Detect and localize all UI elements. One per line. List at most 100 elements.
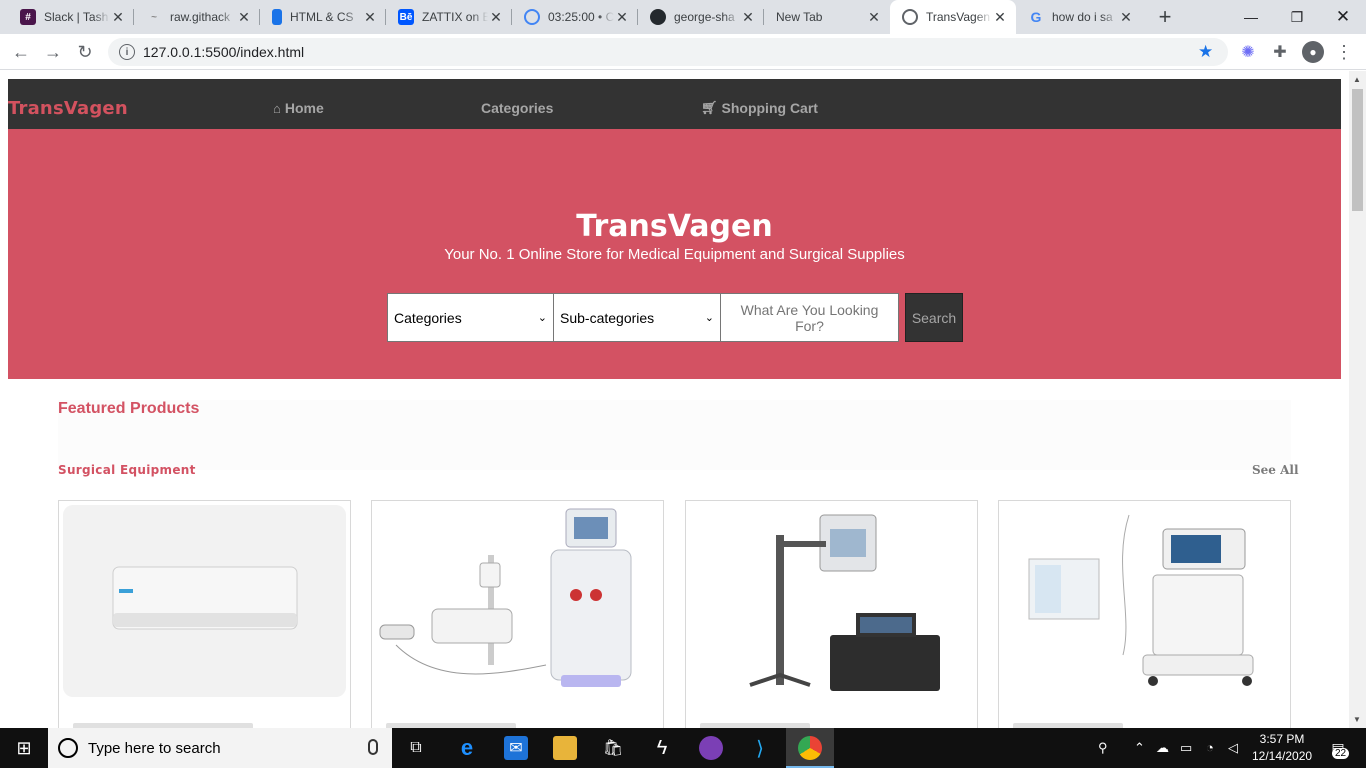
github-desktop-icon[interactable]: [699, 736, 723, 760]
puzzle-icon[interactable]: ✚: [1270, 42, 1290, 62]
tab-title: Slack | Tash: [44, 10, 109, 24]
battery-icon[interactable]: ▭: [1180, 740, 1192, 756]
phone-icon: [272, 9, 282, 25]
chrome-icon: [798, 736, 822, 760]
tab-title: raw.githack: [170, 10, 231, 24]
scroll-up-icon[interactable]: ▲: [1353, 75, 1361, 84]
search-button[interactable]: Search: [905, 293, 963, 342]
google-icon: G: [1030, 9, 1042, 25]
section-title: Surgical Equipment: [58, 463, 196, 477]
hero-subtitle: Your No. 1 Online Store for Medical Equi…: [444, 246, 905, 263]
microphone-icon[interactable]: [368, 739, 378, 755]
wifi-icon[interactable]: ◔: [1206, 740, 1214, 755]
close-window-button[interactable]: ✕: [1320, 0, 1366, 34]
globe-icon: [902, 9, 918, 25]
close-icon[interactable]: ✕: [236, 9, 252, 25]
tab-github[interactable]: george-sha ✕: [638, 0, 764, 34]
scroll-down-icon[interactable]: ▼: [1353, 715, 1361, 724]
tab-timer[interactable]: 03:25:00 • C ✕: [512, 0, 638, 34]
page-scrollbar[interactable]: ▲ ▼: [1349, 71, 1366, 728]
search-form: Categories ⌄ Sub-categories ⌄ What Are Y…: [387, 293, 963, 342]
people-icon[interactable]: ⚲: [1098, 740, 1108, 756]
restore-button[interactable]: ❐: [1274, 0, 1320, 34]
search-placeholder: What Are You Looking For?: [740, 301, 879, 334]
edge-icon[interactable]: e: [455, 735, 479, 760]
nav-home-link[interactable]: ⌂ Home: [273, 100, 324, 116]
task-view-icon[interactable]: ⧉: [404, 736, 428, 760]
store-icon[interactable]: 🛍︎: [601, 736, 625, 760]
product-card[interactable]: [371, 500, 664, 728]
ventilator-image: [1003, 505, 1286, 697]
close-icon[interactable]: ✕: [614, 9, 630, 25]
shopping-cart-icon: 🛒︎: [701, 100, 718, 115]
close-icon[interactable]: ✕: [1118, 9, 1134, 25]
tab-slack[interactable]: # Slack | Tash ✕: [8, 0, 134, 34]
nav-categories-link[interactable]: Categories: [481, 100, 553, 116]
behance-icon: Bē: [398, 9, 414, 25]
githack-icon: ~: [151, 11, 157, 23]
close-icon[interactable]: ✕: [488, 9, 504, 25]
back-icon[interactable]: ←: [8, 39, 34, 65]
tab-transvagen[interactable]: TransVagen ✕: [890, 0, 1016, 34]
air-conditioner-image: [63, 505, 346, 697]
tab-html-css[interactable]: HTML & CS ✕: [260, 0, 386, 34]
onedrive-icon[interactable]: ☁: [1156, 740, 1169, 756]
tab-githack[interactable]: ~ raw.githack ✕: [134, 0, 260, 34]
bolt-icon[interactable]: ϟ: [650, 736, 674, 760]
profile-avatar[interactable]: ●: [1302, 41, 1324, 63]
chevron-up-icon[interactable]: ⌃: [1134, 740, 1145, 756]
address-bar[interactable]: i 127.0.0.1:5500/index.html: [108, 38, 1228, 66]
info-icon[interactable]: i: [119, 44, 135, 60]
page-viewport: TransVagen ⌂ Home Categories 🛒︎ Shopping…: [0, 71, 1349, 728]
site-navbar: TransVagen ⌂ Home Categories 🛒︎ Shopping…: [8, 79, 1341, 129]
close-icon[interactable]: ✕: [740, 9, 756, 25]
tab-title: New Tab: [776, 10, 823, 24]
vscode-icon[interactable]: ⟩: [748, 736, 772, 760]
close-icon[interactable]: ✕: [866, 9, 882, 25]
product-card[interactable]: [998, 500, 1291, 728]
brand-logo[interactable]: TransVagen: [8, 98, 128, 119]
tab-new-tab[interactable]: New Tab ✕: [764, 0, 890, 34]
nav-home-label: Home: [284, 100, 324, 116]
hero-banner: TransVagen Your No. 1 Online Store for M…: [8, 129, 1341, 379]
chrome-taskbar-item[interactable]: [786, 728, 834, 768]
reload-icon[interactable]: ↻: [72, 39, 98, 65]
category-select-value: Categories: [394, 309, 462, 326]
menu-icon[interactable]: ⋮: [1334, 42, 1354, 62]
system-clock[interactable]: 3:57 PM 12/14/2020: [1252, 731, 1312, 765]
slack-icon: #: [20, 9, 36, 25]
dialysis-machine-image: [376, 505, 659, 697]
close-icon[interactable]: ✕: [110, 9, 126, 25]
product-card[interactable]: [685, 500, 978, 728]
subcategory-select[interactable]: Sub-categories ⌄: [554, 293, 721, 342]
bookmark-star-icon[interactable]: ★: [1198, 42, 1213, 62]
subcategory-select-value: Sub-categories: [560, 309, 655, 326]
nav-cart-label: Shopping Cart: [721, 100, 818, 116]
mail-icon[interactable]: ✉: [504, 736, 528, 760]
mobile-xray-image: [690, 505, 973, 697]
category-select[interactable]: Categories ⌄: [387, 293, 554, 342]
close-icon[interactable]: ✕: [362, 9, 378, 25]
tab-strip: # Slack | Tash ✕ ~ raw.githack ✕ HTML & …: [0, 0, 1366, 34]
taskbar-search[interactable]: Type here to search: [48, 728, 392, 768]
tab-title: george-sha: [674, 10, 735, 24]
close-icon[interactable]: ✕: [992, 9, 1008, 25]
featured-title: Featured Products: [58, 400, 200, 417]
volume-icon[interactable]: ◁: [1228, 740, 1238, 756]
windows-start-icon[interactable]: ⊞: [12, 736, 36, 760]
tab-title: 03:25:00 • C: [548, 10, 614, 24]
scrollbar-thumb[interactable]: [1352, 89, 1363, 211]
tab-behance[interactable]: Bē ZATTIX on B ✕: [386, 0, 512, 34]
forward-icon[interactable]: →: [40, 39, 66, 65]
see-all-link[interactable]: See All: [1252, 463, 1299, 477]
product-card[interactable]: [58, 500, 351, 728]
new-tab-button[interactable]: +: [1152, 4, 1178, 30]
search-input[interactable]: What Are You Looking For?: [721, 293, 899, 342]
tab-google-search[interactable]: G how do i sa ✕: [1016, 0, 1142, 34]
extension-icon[interactable]: ✺: [1238, 42, 1258, 62]
file-explorer-icon[interactable]: [553, 736, 577, 760]
nav-cart-link[interactable]: 🛒︎ Shopping Cart: [701, 100, 818, 116]
minimize-button[interactable]: —: [1228, 0, 1274, 34]
featured-panel: Featured Products: [58, 400, 1291, 470]
notification-count: 22: [1332, 748, 1350, 759]
